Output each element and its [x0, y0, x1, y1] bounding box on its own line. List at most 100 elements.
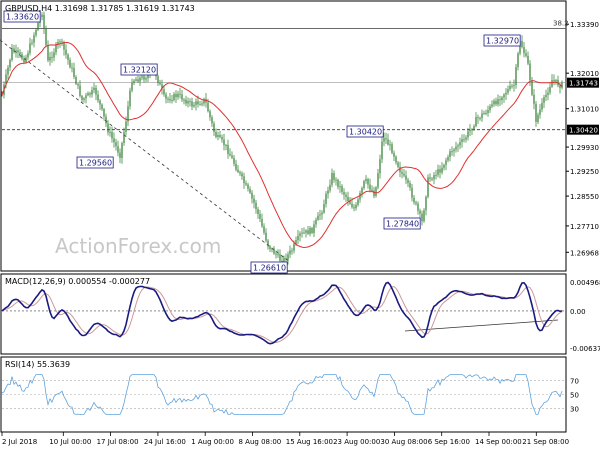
candle-body — [207, 102, 209, 112]
candle-body — [37, 22, 39, 30]
watermark: ActionForex.com — [55, 234, 221, 258]
candle-body — [245, 183, 247, 185]
candle-body — [41, 14, 43, 18]
candle-body — [371, 189, 373, 191]
candle-body — [523, 47, 525, 54]
candle-body — [411, 187, 413, 198]
candle-body — [219, 135, 221, 138]
candle-body — [351, 203, 353, 208]
candle-body — [159, 82, 161, 85]
candle-body — [247, 184, 249, 189]
candle-body — [79, 85, 81, 96]
price-ytick-label: 1.32010 — [570, 70, 599, 78]
candle-body — [85, 95, 87, 99]
candle-body — [377, 173, 379, 188]
candle-body — [233, 157, 235, 164]
price-ytick-label: 1.29930 — [570, 144, 599, 152]
candle-body — [425, 196, 427, 211]
candle-body — [249, 188, 251, 193]
candle-body — [55, 44, 57, 53]
candle-body — [171, 99, 173, 101]
annotation-label: 1.30420 — [349, 128, 382, 137]
candle-body — [35, 29, 37, 36]
candle-body — [539, 109, 541, 115]
candle-body — [521, 40, 523, 48]
candle-body — [51, 56, 53, 58]
candle-body — [93, 87, 95, 90]
candle-body — [65, 49, 67, 55]
candle-body — [421, 213, 423, 222]
candle-body — [77, 83, 79, 86]
candle-body — [323, 203, 325, 213]
candle-body — [197, 101, 199, 105]
x-tick-label: 8 Aug 08:00 — [239, 438, 282, 446]
candle-body — [355, 204, 357, 209]
candle-body — [541, 102, 543, 110]
candle-body — [17, 50, 19, 53]
candle-body — [143, 76, 145, 80]
candle-body — [493, 100, 495, 105]
candle-body — [293, 243, 295, 251]
candle-body — [273, 248, 275, 254]
candle-body — [457, 145, 459, 147]
candle-body — [225, 145, 227, 147]
candle-body — [163, 89, 165, 95]
candle-body — [105, 116, 107, 124]
candle-body — [201, 103, 203, 105]
candle-body — [317, 215, 319, 220]
candle-body — [329, 184, 331, 191]
candle-body — [213, 123, 215, 132]
annotation-label: 1.27840 — [386, 220, 419, 229]
candle-body — [463, 139, 465, 141]
candle-body — [453, 149, 455, 152]
candle-body — [345, 194, 347, 197]
candle-body — [383, 138, 385, 142]
candle-body — [289, 250, 291, 255]
candle-body — [535, 103, 537, 122]
candle-body — [467, 131, 469, 138]
candle-body — [549, 86, 551, 93]
candle-body — [263, 226, 265, 233]
candle-body — [261, 218, 263, 227]
candle-body — [533, 94, 535, 104]
candle-body — [139, 77, 141, 82]
x-tick-label: 24 Jul 16:00 — [144, 438, 186, 446]
x-tick-label: 30 Aug 08:00 — [380, 438, 427, 446]
candle-body — [221, 137, 223, 140]
macd-ytick-label: 0.004968 — [570, 279, 600, 287]
candle-body — [481, 113, 483, 119]
candle-body — [525, 53, 527, 56]
candle-body — [13, 48, 15, 52]
candle-body — [479, 118, 481, 120]
candle-body — [311, 227, 313, 233]
price-ytick-label: 1.33390 — [570, 21, 599, 29]
candle-body — [509, 85, 511, 90]
candle-body — [83, 98, 85, 100]
candle-body — [43, 14, 45, 29]
candle-body — [9, 59, 11, 68]
candle-body — [33, 35, 35, 43]
x-tick-label: 6 Sep 16:00 — [428, 438, 470, 446]
candle-body — [31, 42, 33, 44]
candle-body — [505, 92, 507, 95]
candle-body — [397, 162, 399, 167]
candle-body — [253, 198, 255, 203]
candle-body — [303, 232, 305, 234]
candle-body — [369, 184, 371, 190]
candle-body — [285, 257, 287, 260]
candle-body — [445, 160, 447, 165]
candle-body — [353, 207, 355, 209]
price-ytick-label: 1.29250 — [570, 168, 599, 176]
candle-body — [343, 191, 345, 195]
candle-body — [109, 131, 111, 133]
candle-body — [145, 78, 147, 80]
candle-body — [393, 152, 395, 157]
candle-body — [87, 93, 89, 96]
candle-body — [385, 138, 387, 140]
candle-body — [227, 145, 229, 154]
price-ytick-label: 1.26968 — [570, 249, 599, 257]
candle-body — [235, 163, 237, 170]
candle-body — [483, 113, 485, 115]
candle-body — [179, 93, 181, 95]
candle-body — [407, 179, 409, 184]
